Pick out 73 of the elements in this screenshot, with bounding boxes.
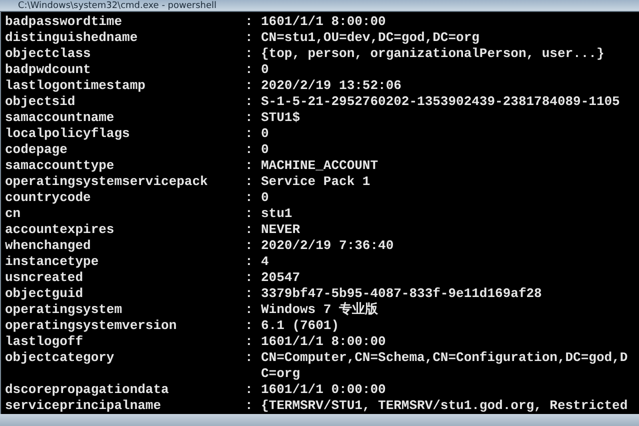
separator-colon: : — [245, 46, 254, 62]
separator-colon: : — [245, 174, 254, 190]
separator-colon: : — [245, 190, 254, 206]
property-name: objectclass — [5, 46, 92, 62]
property-value: 1601/1/1 0:00:00 — [261, 382, 387, 398]
property-name: badpwdcount — [5, 62, 92, 78]
property-name: countrycode — [5, 190, 92, 206]
property-value: Service Pack 1 — [261, 174, 372, 190]
property-value: {top, person, organizationalPerson, user...} — [261, 46, 606, 62]
separator-colon: : — [245, 14, 254, 30]
separator-colon: : — [245, 126, 254, 142]
property-name: usncreated — [5, 270, 84, 286]
separator-colon: : — [245, 238, 254, 254]
separator-colon: : — [245, 94, 254, 110]
separator-colon: : — [245, 158, 254, 174]
property-value: 20547 — [261, 270, 302, 286]
separator-colon: : — [245, 62, 254, 78]
separator-colon: : — [245, 222, 254, 238]
property-name: samaccounttype — [5, 158, 116, 174]
separator-colon: : — [245, 78, 254, 94]
property-name: accountexpires — [5, 222, 116, 238]
property-name: objectguid — [5, 286, 84, 302]
separator-colon: : — [245, 142, 254, 158]
property-value: 4 — [261, 254, 270, 270]
property-value: 3379bf47-5b95-4087-833f-9e11d169af28 — [261, 286, 543, 302]
property-value: CN=stu1,OU=dev,DC=god,DC=org — [261, 30, 480, 46]
separator-colon: : — [245, 286, 254, 302]
property-value: STU1$ — [261, 110, 302, 126]
property-name: codepage — [5, 142, 68, 158]
property-value: 0 — [261, 142, 270, 158]
property-name: serviceprincipalname — [5, 398, 162, 414]
property-name: operatingsystemversion — [5, 318, 178, 334]
property-name: objectcategory — [5, 350, 116, 367]
separator-colon: : — [245, 110, 254, 126]
property-value: 0 — [261, 126, 270, 142]
property-value: 1601/1/1 8:00:00 — [261, 334, 387, 350]
property-name: dscorepropagationdata — [5, 382, 170, 398]
property-value: CN=Computer,CN=Schema,CN=Configuration,DC=god,DC=org — [261, 350, 628, 382]
property-value: {TERMSRV/STU1, TERMSRV/stu1.god.org, Restricted — [261, 398, 628, 414]
property-value: 1601/1/1 8:00:00 — [261, 14, 387, 30]
property-name: lastlogontimestamp — [5, 78, 146, 94]
window-title: C:\Windows\system32\cmd.exe - powershell — [18, 0, 217, 10]
property-name: instancetype — [5, 254, 100, 270]
property-value: 2020/2/19 13:52:06 — [261, 78, 402, 94]
property-name: badpasswordtime — [5, 14, 124, 30]
property-name: localpolicyflags — [5, 126, 131, 142]
separator-colon: : — [245, 206, 254, 222]
separator-colon: : — [245, 334, 254, 350]
separator-colon: : — [245, 254, 254, 270]
property-value: 0 — [261, 190, 270, 206]
property-name: cn — [5, 206, 22, 222]
separator-colon: : — [245, 270, 254, 286]
separator-colon: : — [245, 398, 254, 414]
property-name: lastlogoff — [5, 334, 84, 350]
property-value: MACHINE_ACCOUNT — [261, 158, 380, 174]
property-value: 6.1 (7601) — [261, 318, 340, 334]
separator-colon: : — [245, 318, 254, 334]
property-value: 0 — [261, 62, 270, 78]
property-value: NEVER — [261, 222, 302, 238]
separator-colon: : — [245, 302, 254, 318]
property-name: distinguishedname — [5, 30, 139, 46]
property-value: S-1-5-21-2952760202-1353902439-2381784089-1105 — [261, 94, 621, 110]
property-name: operatingsystem — [5, 302, 124, 318]
property-name: objectsid — [5, 94, 76, 110]
property-name: whenchanged — [5, 238, 92, 254]
property-name: samaccountname — [5, 110, 116, 126]
property-value: stu1 — [261, 206, 294, 222]
separator-colon: : — [245, 30, 254, 46]
separator-colon: : — [245, 382, 254, 398]
property-value: 2020/2/19 7:36:40 — [261, 238, 395, 254]
property-name: operatingsystemservicepack — [5, 174, 209, 190]
separator-colon: : — [245, 350, 254, 367]
property-value: Windows 7 专业版 — [261, 302, 380, 318]
